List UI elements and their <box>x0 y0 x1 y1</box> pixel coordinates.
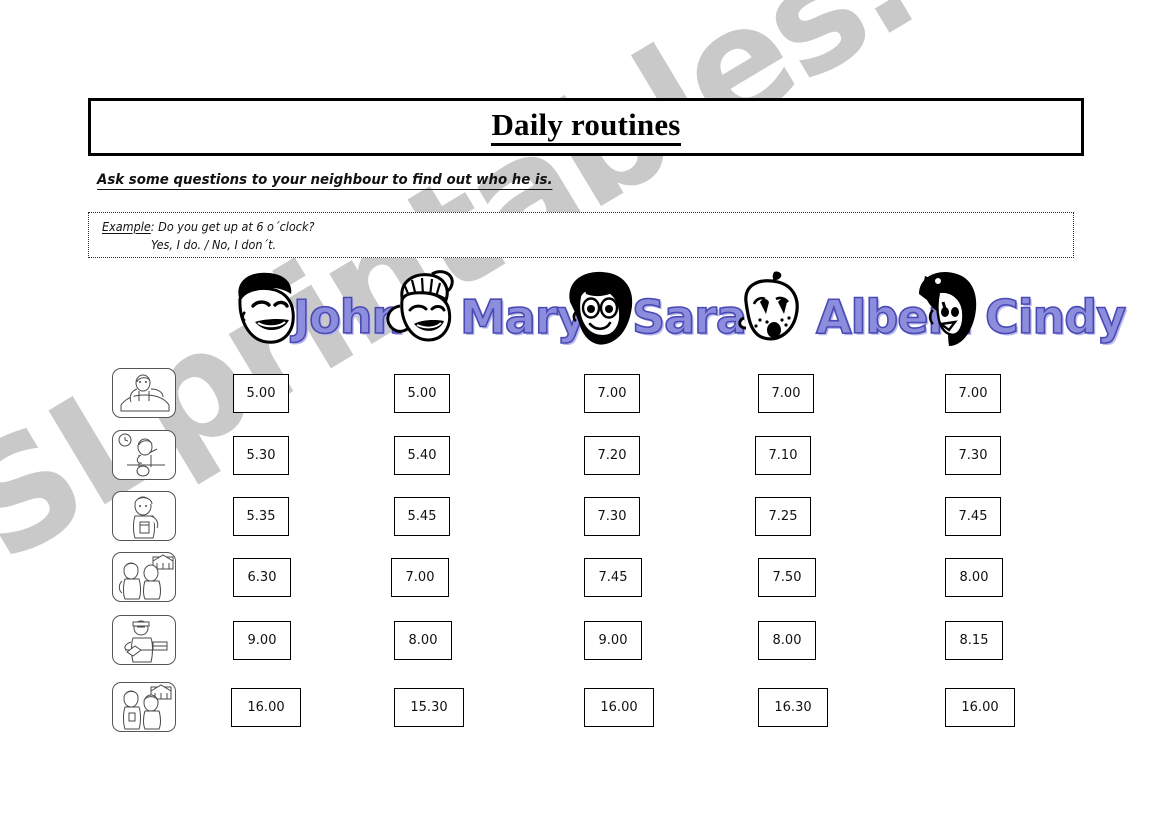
example-label: Example <box>102 219 151 234</box>
time-cell[interactable]: 16.00 <box>584 688 654 727</box>
time-cell[interactable]: 7.10 <box>755 436 811 475</box>
time-cell[interactable]: 5.35 <box>233 497 289 536</box>
time-cell[interactable]: 8.00 <box>394 621 452 660</box>
time-cell[interactable]: 7.30 <box>945 436 1001 475</box>
time-cell[interactable]: 8.00 <box>945 558 1003 597</box>
go-home-icon <box>112 682 176 732</box>
time-cell[interactable]: 7.25 <box>755 497 811 536</box>
time-cell[interactable]: 8.00 <box>758 621 816 660</box>
time-cell[interactable]: 16.00 <box>231 688 301 727</box>
time-cell[interactable]: 7.00 <box>391 558 449 597</box>
have-breakfast-icon <box>112 491 176 541</box>
time-cell[interactable]: 7.00 <box>945 374 1001 413</box>
time-cell[interactable]: 9.00 <box>584 621 642 660</box>
girl-black-bob-hair-face <box>560 268 638 359</box>
example-question: Do you get up at 6 o´clock? <box>158 219 315 234</box>
start-lessons-icon <box>112 615 176 665</box>
time-cell[interactable]: 6.30 <box>233 558 291 597</box>
time-cell[interactable]: 8.15 <box>945 621 1003 660</box>
time-cell[interactable]: 7.45 <box>945 497 1001 536</box>
time-cell[interactable]: 5.00 <box>233 374 289 413</box>
time-cell[interactable]: 7.00 <box>584 374 640 413</box>
example-answer-line: Yes, I do. / No, I don´t. <box>151 237 277 252</box>
time-cell[interactable]: 5.00 <box>394 374 450 413</box>
character-name-cindy: Cindy <box>984 290 1127 344</box>
girl-black-hair-bow-face <box>905 268 983 359</box>
go-to-school-icon <box>112 552 176 602</box>
page-title-text: Daily routines <box>491 107 681 146</box>
worksheet-page: ESLprintables.com Daily routines Ask som… <box>0 0 1169 821</box>
example-box: Example: Do you get up at 6 o´clock? Yes… <box>88 212 1074 258</box>
wake-up-in-bed-icon <box>112 368 176 418</box>
time-cell[interactable]: 5.30 <box>233 436 289 475</box>
time-cell[interactable]: 5.40 <box>394 436 450 475</box>
girl-pigtails-laughing-face <box>382 268 460 359</box>
title-box: Daily routines <box>88 98 1084 156</box>
boy-freckles-cowlick-face <box>730 268 808 359</box>
instruction-text: Ask some questions to your neighbour to … <box>97 172 553 190</box>
time-cell[interactable]: 7.50 <box>758 558 816 597</box>
time-cell[interactable]: 5.45 <box>394 497 450 536</box>
time-cell[interactable]: 9.00 <box>233 621 291 660</box>
time-cell[interactable]: 7.20 <box>584 436 640 475</box>
time-cell[interactable]: 7.45 <box>584 558 642 597</box>
boy-laughing-dark-hair-face <box>225 268 303 359</box>
character-name-sara: Sara <box>631 290 748 344</box>
example-question-line: Example: Do you get up at 6 o´clock? <box>102 219 314 234</box>
time-cell[interactable]: 16.00 <box>945 688 1015 727</box>
wash-face-brush-teeth-icon <box>112 430 176 480</box>
time-cell[interactable]: 15.30 <box>394 688 464 727</box>
time-cell[interactable]: 7.00 <box>758 374 814 413</box>
page-title: Daily routines <box>91 107 1081 146</box>
time-cell[interactable]: 16.30 <box>758 688 828 727</box>
time-cell[interactable]: 7.30 <box>584 497 640 536</box>
